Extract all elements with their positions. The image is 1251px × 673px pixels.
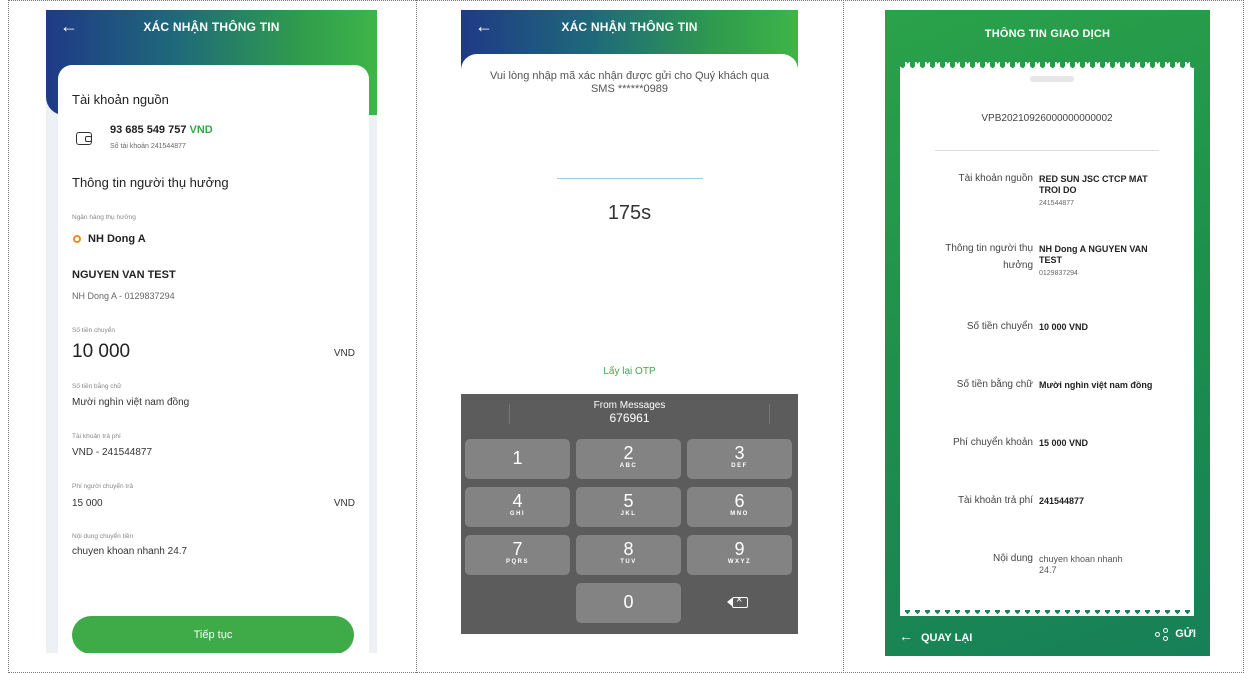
receipt-logo — [1030, 76, 1074, 82]
row-label: Số tiền chuyển — [966, 321, 1033, 332]
wallet-icon — [76, 132, 92, 145]
row-label: Nội dung — [992, 553, 1033, 564]
otp-panel: Vui lòng nhập mã xác nhận được gửi cho Q… — [461, 54, 798, 394]
amount-value: 10 000 — [72, 341, 131, 362]
key-7[interactable]: 7 PQRS — [465, 535, 570, 575]
page-title: XÁC NHẬN THÔNG TIN — [561, 20, 698, 34]
amount-words-value: Mười nghìn việt nam đồng — [72, 397, 190, 408]
beneficiary-detail: NH Dong A - 0129837294 — [72, 291, 175, 301]
amount-words-label: Số tiền bằng chữ — [72, 383, 122, 390]
key-1[interactable]: 1 — [465, 439, 570, 479]
otp-input-field[interactable] — [557, 178, 703, 179]
screen-otp: ← XÁC NHẬN THÔNG TIN Vui lòng nhập mã xá… — [461, 10, 798, 634]
otp-message: Vui lòng nhập mã xác nhận được gửi cho Q… — [490, 70, 769, 95]
suggestion-source: From Messages — [593, 400, 666, 411]
content-value: chuyen khoan nhanh 24.7 — [72, 546, 188, 557]
source-account-number: 93 685 549 757 VND — [110, 124, 213, 136]
row-label: Số tiền bằng chữ — [956, 379, 1033, 390]
screen-confirm-info: ← XÁC NHẬN THÔNG TIN Tài khoản nguồn 93 … — [46, 10, 377, 653]
suggestion-code: 676961 — [609, 411, 650, 425]
layout-column-divider — [843, 0, 844, 673]
row-label: Phí chuyển khoản — [952, 437, 1033, 448]
key-2[interactable]: 2 ABC — [576, 439, 681, 479]
otp-autofill-suggestion[interactable]: From Messages 676961 — [461, 394, 798, 432]
key-8[interactable]: 8 TUV — [576, 535, 681, 575]
numeric-keyboard: From Messages 676961 1 2 ABC 3 DEF 4 GHI 5J… — [461, 394, 798, 634]
fee-value: 15 000 — [72, 498, 103, 509]
resend-otp-link[interactable]: Lấy lại OTP — [461, 366, 798, 377]
row-value: 10 000 VND — [1039, 322, 1089, 332]
key-4[interactable]: 4 GHI — [465, 487, 570, 527]
receipt-edge-bottom — [900, 608, 1194, 616]
source-account-currency: VND — [189, 124, 213, 136]
suggestion-divider — [509, 404, 510, 424]
row-sub: 0129837294 — [1039, 270, 1078, 277]
key-3[interactable]: 3 DEF — [687, 439, 792, 479]
transaction-code: VPB20210926000000000002 — [981, 113, 1113, 124]
row-value: NH Dong A NGUYEN VAN TEST — [1039, 244, 1148, 265]
beneficiary-title: Thông tin người thụ hưởng — [72, 175, 229, 190]
beneficiary-bank-name: NH Dong A — [88, 233, 146, 245]
otp-timer: 175s — [607, 202, 652, 224]
row-value: Mười nghìn việt nam đồng — [1039, 380, 1153, 390]
fee-label: Phí người chuyển trả — [72, 483, 134, 490]
amount-label: Số tiền chuyển — [72, 327, 116, 334]
fee-currency: VND — [333, 498, 355, 509]
beneficiary-name: NGUYEN VAN TEST — [72, 269, 176, 281]
beneficiary-bank-label: Ngân hàng thụ hưởng — [72, 214, 136, 221]
suggestion-divider — [769, 404, 770, 424]
row-value: 15 000 VND — [1039, 438, 1089, 448]
content-label: Nội dung chuyển tiền — [72, 533, 134, 540]
key-9[interactable]: 9 WXYZ — [687, 535, 792, 575]
layout-column-divider — [416, 0, 417, 673]
fee-account-label: Tài khoản trả phí — [72, 433, 121, 440]
send-label: GỬI — [1175, 628, 1196, 640]
bank-logo-icon — [73, 235, 81, 243]
divider — [935, 150, 1159, 151]
row-value: 241544877 — [1039, 496, 1085, 506]
backspace-key[interactable] — [713, 583, 767, 623]
row-value: RED SUN JSC CTCP MAT TROI DO — [1039, 174, 1148, 195]
back-button[interactable]: ← QUAY LẠI — [899, 628, 972, 644]
footer-bar: ← QUAY LẠI GỬI — [885, 616, 1210, 656]
row-label: Tài khoản nguồn — [958, 173, 1033, 184]
continue-button[interactable]: Tiếp tục — [72, 616, 354, 653]
page-title: XÁC NHẬN THÔNG TIN — [143, 20, 280, 34]
key-6[interactable]: 6 MNO — [687, 487, 792, 527]
row-label: Tài khoản trả phí — [957, 495, 1033, 506]
amount-currency: VND — [333, 348, 355, 359]
source-account-sub: Số tài khoản 241544877 — [110, 143, 186, 150]
row-sub: 241544877 — [1039, 200, 1075, 207]
backspace-icon — [727, 594, 748, 608]
receipt-card: VPB20210926000000000002 Tài khoản nguồn … — [900, 68, 1194, 610]
row-value: chuyen khoan nhanh 24.7 — [1039, 554, 1123, 575]
screen-transaction-info: THÔNG TIN GIAO DỊCH VPB20210926000000000… — [885, 10, 1210, 656]
back-label: QUAY LẠI — [921, 632, 973, 644]
key-5[interactable]: 5 JKL — [576, 487, 681, 527]
fee-account-value: VND - 241544877 — [72, 447, 153, 458]
send-button[interactable]: GỬI — [1155, 628, 1196, 642]
back-arrow-icon: ← — [899, 628, 913, 644]
page-title: THÔNG TIN GIAO DỊCH — [984, 28, 1111, 40]
source-account-title: Tài khoản nguồn — [72, 92, 169, 107]
confirm-card: Tài khoản nguồn 93 685 549 757 VND Số tà… — [58, 65, 369, 653]
row-label: Thông tin người thụ hưởng — [945, 243, 1033, 271]
key-0[interactable]: 0 — [576, 583, 681, 623]
share-icon — [1155, 628, 1169, 642]
